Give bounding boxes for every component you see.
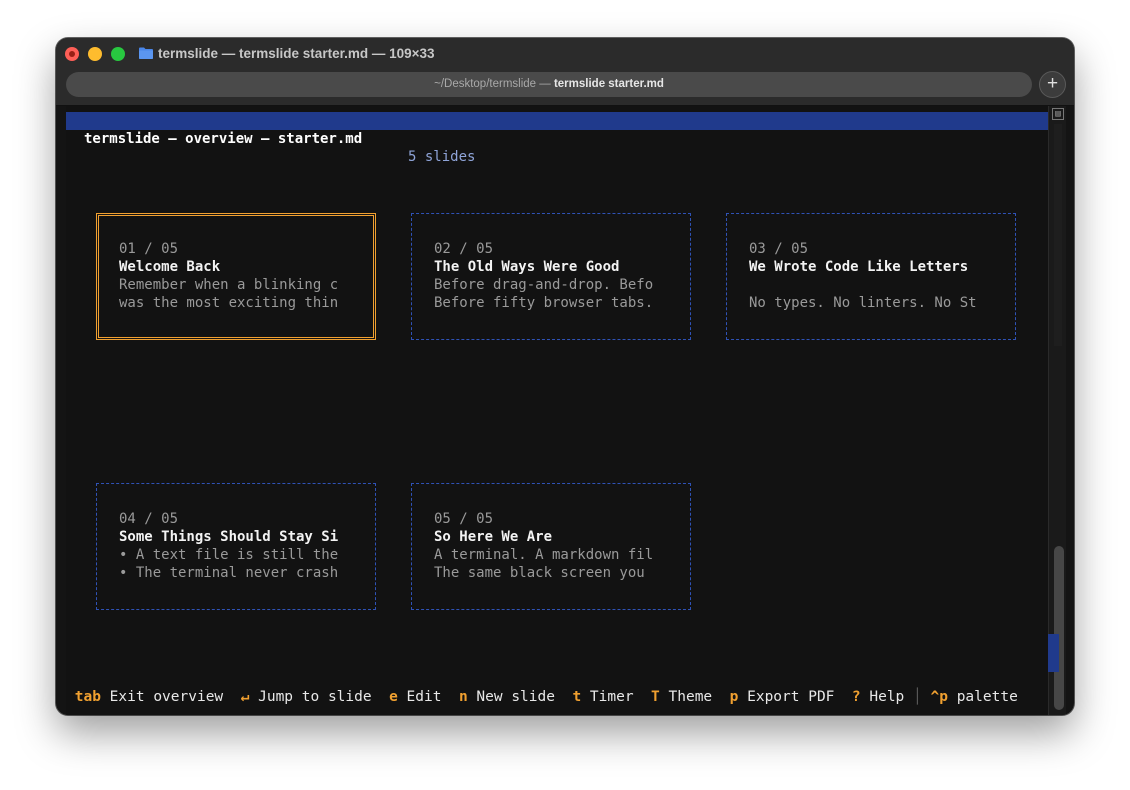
path-prefix: ~/Desktop/termslide — [434, 78, 554, 90]
key-enter: ↵ [240, 689, 250, 705]
slide-preview-line: Before fifty browser tabs. [434, 295, 654, 311]
slide-title: So Here We Are [434, 529, 553, 545]
slide-number: 02 / 05 [434, 241, 494, 257]
hint-new-slide: New slide [476, 689, 555, 705]
close-window-button[interactable] [65, 47, 79, 61]
scrollbar-thumb[interactable] [1054, 546, 1064, 710]
overview-title: termslide — overview — starter.md [84, 131, 363, 147]
overview-header: termslide — overview — starter.md 5 slid… [66, 112, 1048, 165]
minimize-window-button[interactable] [88, 47, 102, 61]
scroll-position-marker [1048, 634, 1059, 672]
key-theme: T [651, 689, 660, 705]
path-document: termslide starter.md [553, 78, 664, 90]
hint-help: Help [869, 689, 905, 705]
slide-preview-line: • A text file is still the [119, 547, 339, 563]
slide-title: The Old Ways Were Good [434, 259, 620, 275]
slide-preview-line: Remember when a blinking c [119, 277, 339, 293]
title-bar[interactable]: termslide — termslide starter.md — 109×3… [56, 38, 1074, 70]
slide-number: 04 / 05 [119, 511, 179, 527]
scrollback-region [1054, 124, 1062, 346]
slide-count: 5 slides [408, 149, 476, 165]
slide-number: 01 / 05 [119, 241, 179, 257]
hint-jump-to-slide: Jump to slide [258, 689, 372, 705]
hint-exit-overview: Exit overview [109, 689, 224, 705]
key-edit: e [389, 689, 398, 705]
hint-edit: Edit [406, 689, 442, 705]
maximize-window-button[interactable] [111, 47, 125, 61]
slide-number: 03 / 05 [749, 241, 809, 257]
slide-preview-line: • The terminal never crash [119, 565, 339, 581]
tab-bar: ~/Desktop/termslide — termslide starter.… [56, 70, 1074, 106]
hint-palette: palette [956, 689, 1018, 705]
key-tab: tab [74, 689, 101, 705]
slide-card-3[interactable]: 03 / 05 We Wrote Code Like Letters No ty… [726, 213, 1016, 340]
folder-icon [139, 47, 153, 59]
slide-title: Welcome Back [119, 259, 221, 275]
statusbar-divider: │ [913, 689, 922, 705]
scrollbar[interactable]: ▤ [1048, 106, 1066, 715]
new-tab-button[interactable]: + [1039, 71, 1066, 98]
slide-card-5[interactable]: 05 / 05 So Here We Are A terminal. A mar… [411, 483, 691, 610]
slide-preview-line: was the most exciting thin [119, 295, 339, 311]
slide-preview-line: A terminal. A markdown fil [434, 547, 654, 563]
terminal-content[interactable]: termslide — overview — starter.md 5 slid… [66, 106, 1048, 715]
slide-preview-line: No types. No linters. No St [749, 295, 977, 311]
scroll-to-top-icon[interactable]: ▤ [1052, 108, 1064, 120]
key-help: ? [851, 689, 861, 705]
hint-export-pdf: Export PDF [747, 689, 835, 705]
key-timer: t [572, 689, 582, 705]
slide-preview-line: Before drag-and-drop. Befo [434, 277, 654, 293]
window-title: termslide — termslide starter.md — 109×3… [158, 46, 435, 61]
slide-number: 05 / 05 [434, 511, 494, 527]
keybinding-statusbar: tab Exit overview ↵ Jump to slide e Edit… [66, 688, 1048, 706]
key-palette: ^p [930, 689, 948, 705]
slide-card-1[interactable]: 01 / 05 Welcome Back Remember when a bli… [96, 213, 376, 340]
terminal-window: termslide — termslide starter.md — 109×3… [56, 38, 1074, 715]
path-bar[interactable]: ~/Desktop/termslide — termslide starter.… [66, 72, 1032, 97]
slide-title: Some Things Should Stay Si [119, 529, 339, 545]
slide-title: We Wrote Code Like Letters [749, 259, 969, 275]
hint-timer: Timer [589, 689, 634, 705]
key-new: n [458, 689, 468, 705]
slide-card-4[interactable]: 04 / 05 Some Things Should Stay Si • A t… [96, 483, 376, 610]
key-export: p [729, 689, 739, 705]
slide-card-2[interactable]: 02 / 05 The Old Ways Were Good Before dr… [411, 213, 691, 340]
hint-theme: Theme [668, 689, 713, 705]
slide-preview-line: The same black screen you [434, 565, 645, 581]
